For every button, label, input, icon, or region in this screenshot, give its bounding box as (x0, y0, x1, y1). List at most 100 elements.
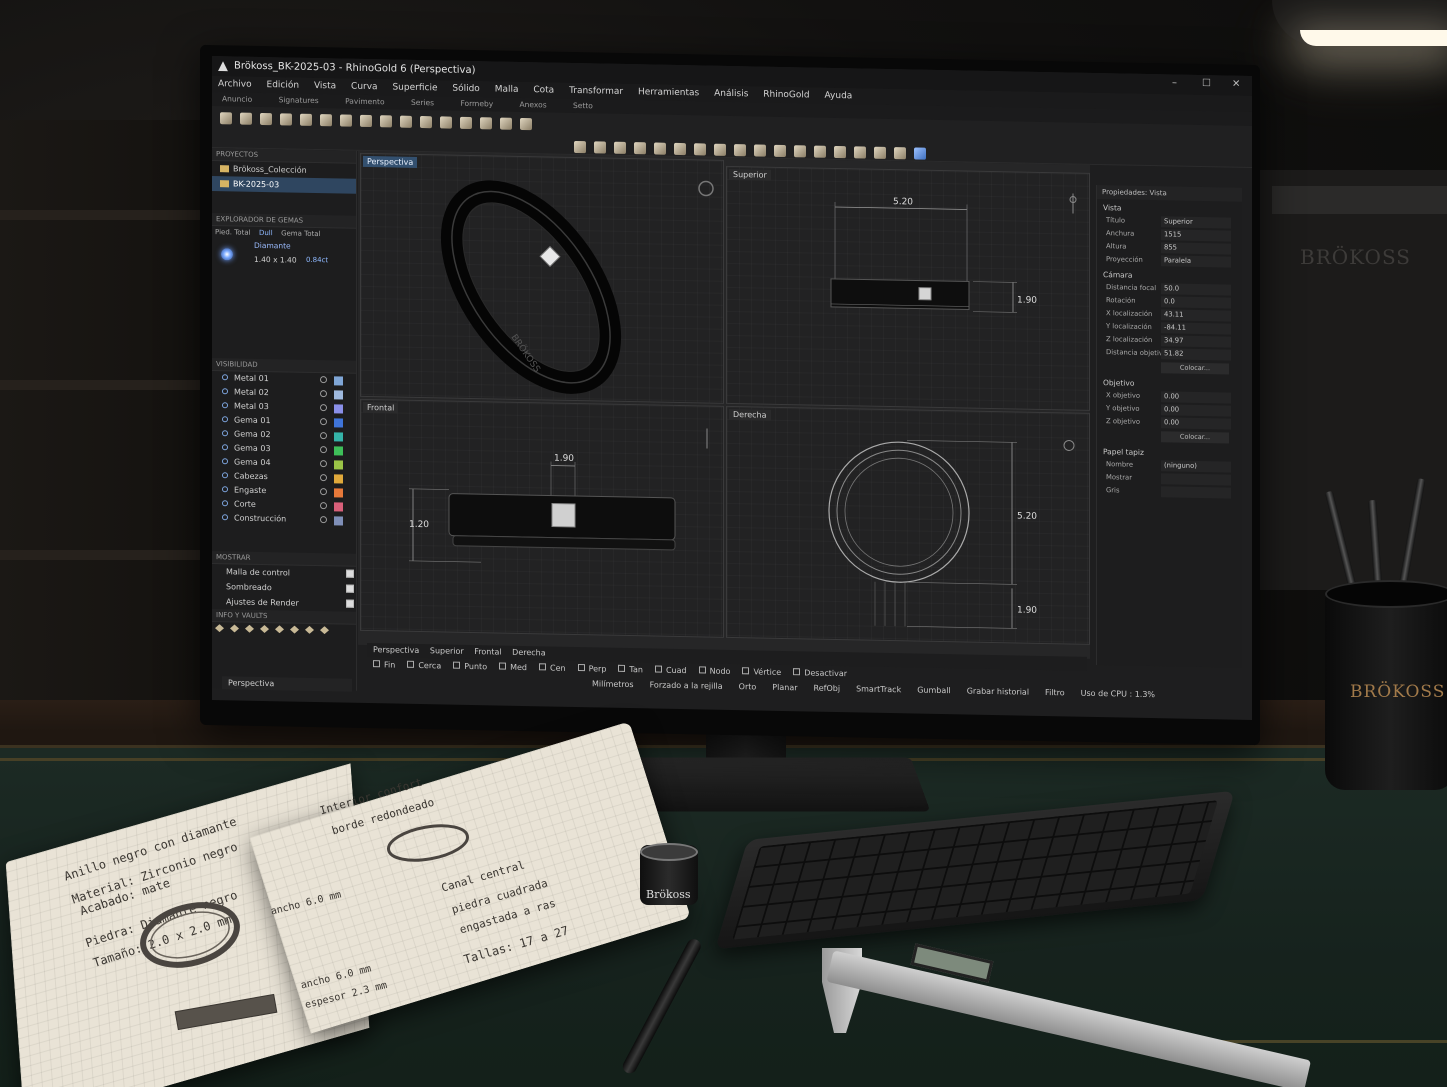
vault-icon[interactable] (215, 624, 224, 632)
prop-value-field[interactable]: -84.11 (1161, 322, 1231, 335)
prop-value-field[interactable]: 43.11 (1161, 309, 1231, 322)
layer-color-swatch[interactable] (334, 446, 343, 456)
vault-icon[interactable] (245, 625, 254, 633)
eye-icon[interactable] (320, 418, 327, 426)
checkbox[interactable] (539, 663, 546, 671)
tool-icon[interactable] (894, 147, 906, 160)
checkbox[interactable] (793, 668, 801, 676)
vp-tab-derecha[interactable]: Derecha (512, 648, 546, 658)
prop-value-field[interactable]: 51.82 (1161, 348, 1231, 361)
menu-vista[interactable]: Vista (314, 81, 336, 91)
menu-analisis[interactable]: Análisis (714, 89, 748, 100)
status-item[interactable]: Forzado a la rejilla (650, 680, 723, 690)
close-button[interactable]: ✕ (1232, 79, 1240, 90)
tool-icon[interactable] (300, 113, 312, 126)
ribbon-tab-6[interactable]: Anexos (520, 100, 547, 110)
layer-color-swatch[interactable] (334, 376, 343, 386)
menu-superficie[interactable]: Superficie (392, 82, 437, 93)
layer-color-swatch[interactable] (334, 502, 343, 512)
tool-icon[interactable] (520, 117, 532, 131)
osnap-toggle[interactable]: Tan (618, 664, 643, 674)
minimize-button[interactable]: – (1172, 77, 1177, 88)
viewport-right[interactable]: Derecha 5.20 1.90 (726, 405, 1090, 645)
tool-icon[interactable] (634, 142, 646, 155)
menu-ayuda[interactable]: Ayuda (825, 91, 853, 102)
tool-icon[interactable] (814, 145, 826, 158)
tool-icon[interactable] (440, 116, 452, 129)
menu-transformar[interactable]: Transformar (569, 86, 623, 97)
place-target-button[interactable]: Colocar... (1161, 431, 1229, 444)
tool-icon[interactable] (360, 114, 372, 128)
status-item[interactable]: Filtro (1045, 688, 1065, 697)
status-item[interactable]: Uso de CPU : 1.3% (1081, 689, 1155, 699)
osnap-toggle[interactable]: Med (499, 662, 527, 672)
tool-icon[interactable] (734, 144, 746, 157)
prop-value-field[interactable]: 1515 (1161, 229, 1231, 242)
gem-tab-dull[interactable]: Dull (256, 227, 276, 239)
osnap-toggle[interactable]: Vértice (742, 667, 781, 677)
status-item[interactable]: SmartTrack (856, 684, 901, 694)
status-item[interactable]: Gumball (917, 686, 951, 696)
checkbox[interactable] (577, 664, 585, 672)
tool-icon[interactable] (220, 112, 232, 125)
layer-color-swatch[interactable] (334, 516, 343, 526)
checkbox[interactable] (654, 665, 662, 673)
tool-icon[interactable] (834, 145, 846, 159)
tool-icon[interactable] (854, 146, 866, 159)
checkbox-checked[interactable] (346, 599, 354, 608)
menu-solido[interactable]: Sólido (452, 84, 479, 95)
ribbon-tab-3[interactable]: Pavimento (345, 97, 385, 107)
osnap-toggle[interactable]: Fin (373, 660, 395, 670)
layer-row[interactable]: Construcción (212, 511, 356, 528)
prop-value-field[interactable]: (ninguno) (1161, 460, 1231, 473)
layer-color-swatch[interactable] (334, 432, 343, 442)
tool-icon[interactable] (654, 142, 666, 155)
eye-icon[interactable] (320, 446, 327, 454)
eye-icon[interactable] (320, 376, 327, 384)
ribbon-tab-7[interactable]: Setto (573, 101, 593, 110)
place-camera-button[interactable]: Colocar... (1161, 362, 1229, 375)
layer-color-swatch[interactable] (334, 390, 343, 400)
tool-icon[interactable] (754, 144, 766, 157)
eye-icon[interactable] (320, 488, 327, 496)
eye-icon[interactable] (320, 502, 327, 510)
checkbox-checked[interactable] (346, 569, 354, 578)
tool-icon[interactable] (674, 142, 686, 156)
tool-icon[interactable] (480, 117, 492, 130)
tool-icon[interactable] (574, 140, 586, 154)
checkbox[interactable] (407, 660, 415, 668)
prop-value-field[interactable]: 0.00 (1161, 417, 1231, 430)
status-item[interactable]: Grabar historial (967, 687, 1029, 697)
status-item[interactable]: Orto (739, 682, 757, 691)
tool-icon[interactable] (500, 117, 512, 130)
checkbox-checked[interactable] (346, 584, 354, 593)
menu-curva[interactable]: Curva (351, 82, 378, 93)
layer-color-swatch[interactable] (334, 474, 343, 484)
eye-icon[interactable] (320, 460, 327, 468)
status-item[interactable]: RefObj (814, 684, 841, 694)
gem-tab-gema-total[interactable]: Gema Total (278, 227, 323, 240)
checkbox[interactable] (698, 666, 706, 674)
vault-icon[interactable] (275, 625, 284, 633)
tool-icon[interactable] (280, 113, 292, 126)
tool-icon[interactable] (594, 141, 606, 154)
vp-tab-superior[interactable]: Superior (430, 646, 464, 656)
menu-edicion[interactable]: Edición (267, 80, 300, 91)
gem-row-diamond[interactable]: Diamante 1.40 x 1.40 0.84ct (212, 238, 356, 271)
eye-icon[interactable] (320, 516, 327, 524)
filter-icon[interactable] (914, 147, 926, 160)
osnap-toggle[interactable]: Nodo (698, 666, 730, 676)
prop-value-field[interactable]: Superior (1161, 216, 1231, 229)
layer-color-swatch[interactable] (334, 418, 343, 428)
osnap-toggle[interactable]: Punto (453, 661, 487, 671)
menu-herramientas[interactable]: Herramientas (638, 87, 699, 98)
eye-icon[interactable] (320, 390, 327, 398)
status-item[interactable]: Milímetros (592, 679, 634, 689)
ribbon-tab-4[interactable]: Series (411, 98, 434, 107)
checkbox[interactable] (499, 662, 507, 670)
osnap-toggle[interactable]: Cuad (654, 665, 687, 675)
menu-cota[interactable]: Cota (533, 85, 554, 95)
tool-icon[interactable] (380, 115, 392, 128)
ribbon-tab-2[interactable]: Signatures (279, 95, 319, 105)
tool-icon[interactable] (714, 143, 726, 156)
